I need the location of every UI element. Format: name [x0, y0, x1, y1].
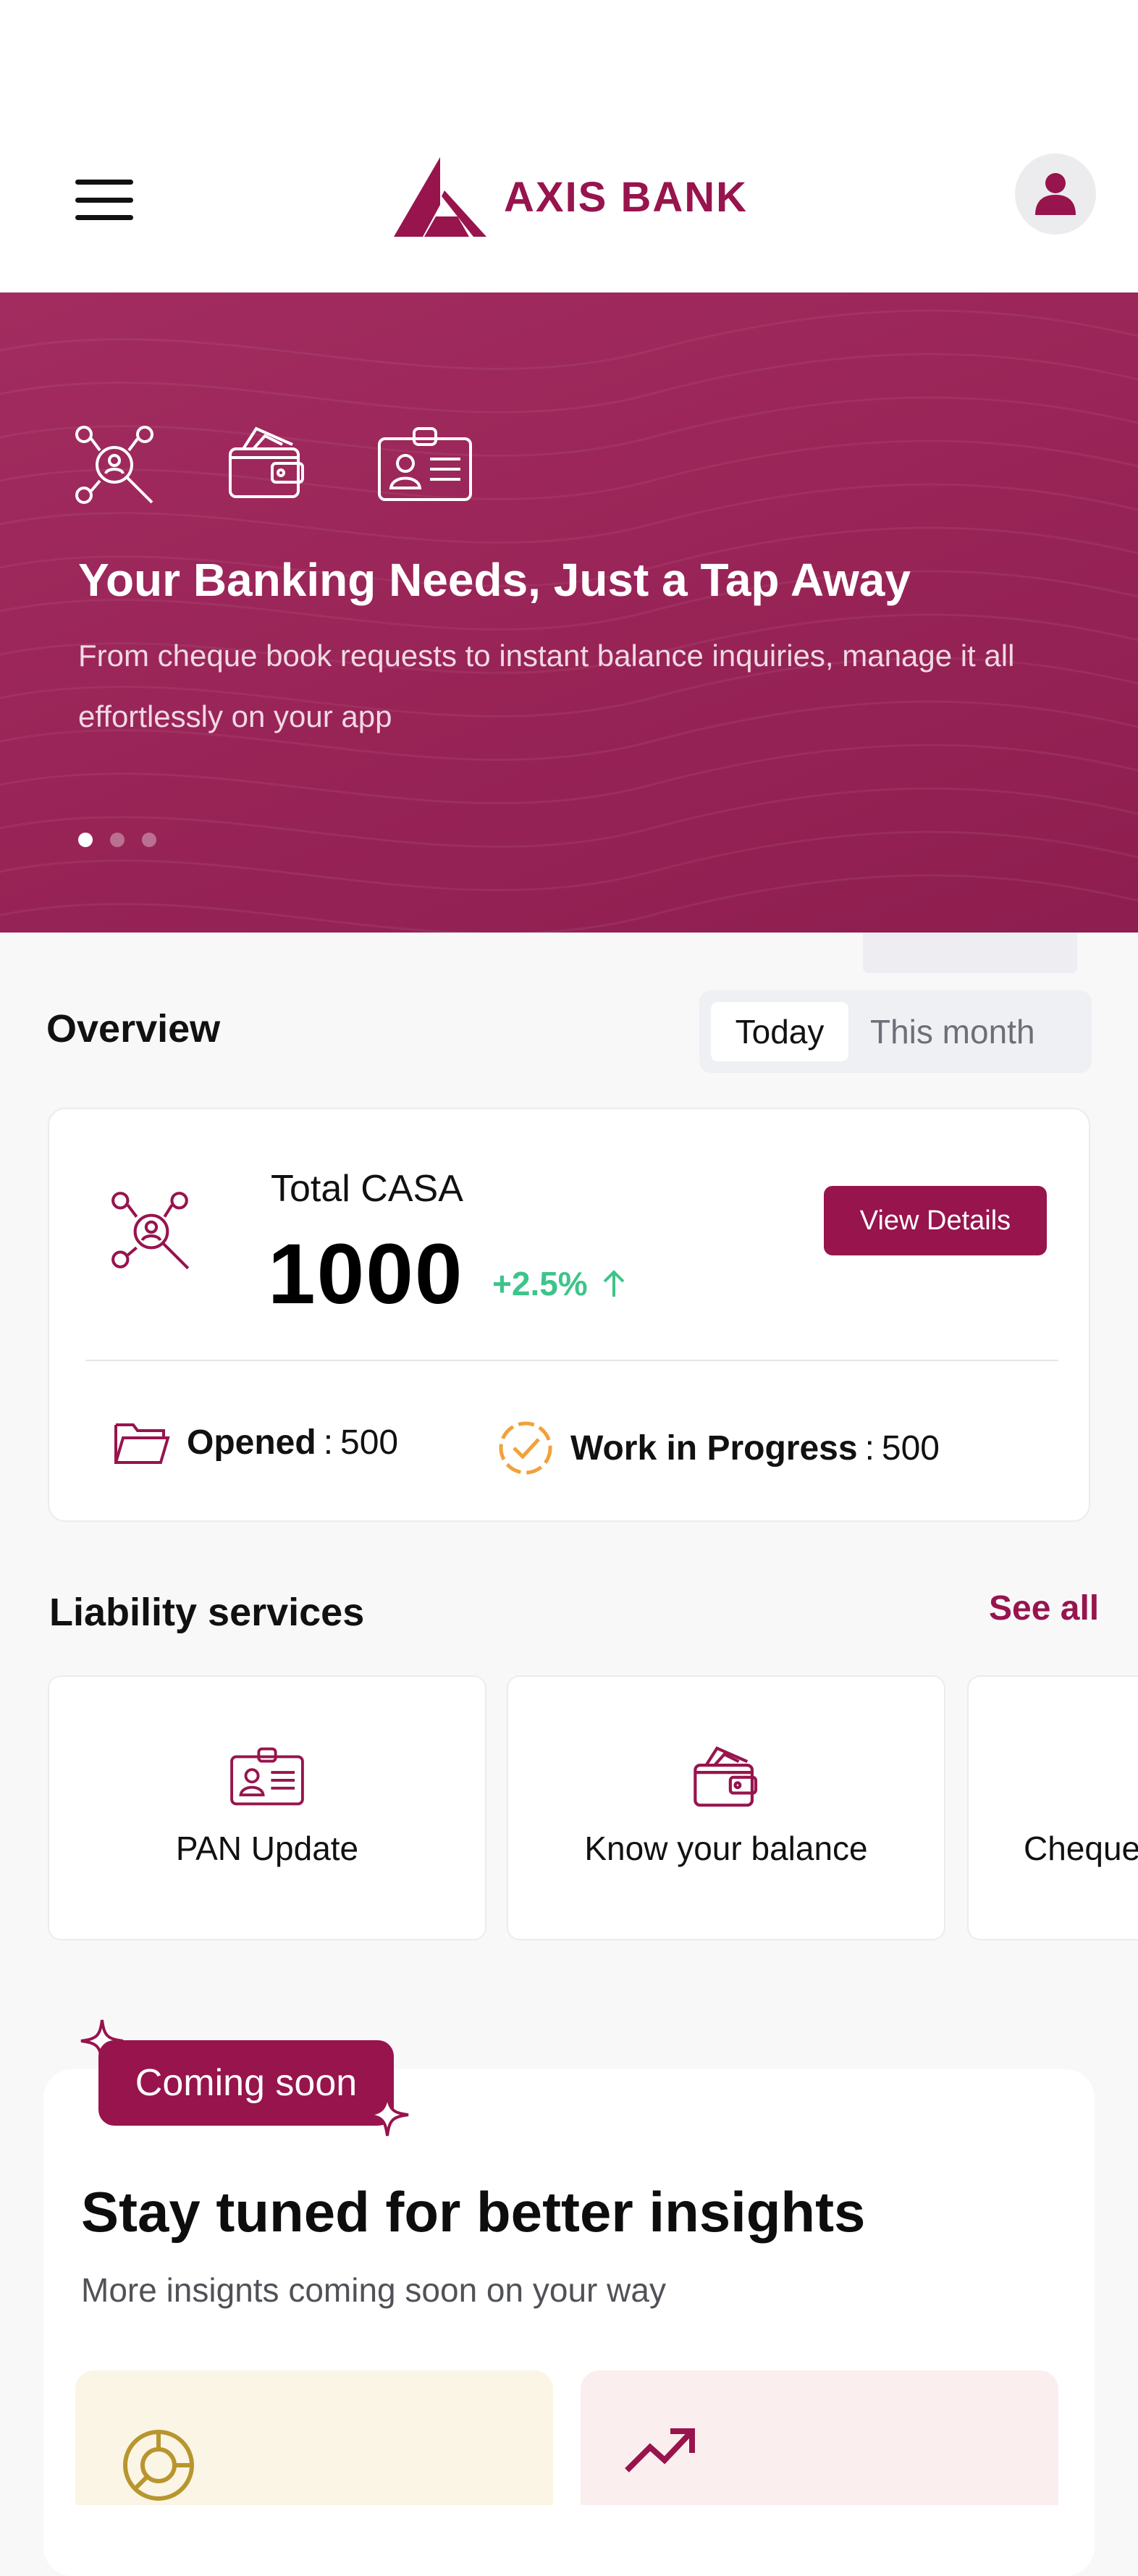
- profile-avatar[interactable]: [1015, 153, 1096, 235]
- overview-title: Overview: [46, 1007, 221, 1051]
- brand-logo: AXIS BANK: [391, 153, 748, 240]
- carousel-dot[interactable]: [142, 833, 156, 847]
- arrow-up-icon: [603, 1270, 624, 1297]
- hamburger-icon[interactable]: [75, 180, 133, 220]
- id-card-icon: [230, 1747, 304, 1806]
- separator: :: [864, 1428, 874, 1468]
- casa-summary-card: Total CASA 1000 +2.5% View Details Opene…: [48, 1108, 1090, 1522]
- opened-stat: Opened : 500: [113, 1419, 398, 1465]
- hero-icons: [72, 423, 473, 508]
- wallet-icon: [694, 1746, 758, 1807]
- pie-chart-icon: [123, 2430, 194, 2501]
- service-label: Cheque: [1024, 1830, 1138, 1867]
- separator: :: [323, 1423, 334, 1462]
- casa-delta-value: +2.5%: [492, 1265, 588, 1302]
- axis-logo-icon: [394, 157, 486, 237]
- casa-label: Total CASA: [271, 1168, 463, 1210]
- coming-soon-badge: Coming soon: [98, 2040, 394, 2126]
- tab-this-month[interactable]: This month: [848, 1002, 1057, 1061]
- hero-title: Your Banking Needs, Just a Tap Away: [78, 554, 911, 606]
- folder-icon: [114, 1423, 170, 1464]
- carousel-dots[interactable]: [78, 833, 156, 847]
- wallet-icon: [229, 426, 304, 498]
- service-card-pan-update[interactable]: PAN Update: [48, 1675, 486, 1940]
- wip-label: Work in Progress: [570, 1428, 858, 1468]
- brand-name: AXIS BANK: [504, 173, 749, 221]
- service-label: PAN Update: [175, 1830, 359, 1867]
- insight-card-pie[interactable]: [75, 2370, 553, 2505]
- casa-value: 1000: [268, 1226, 464, 1322]
- service-card-know-balance[interactable]: Know your balance: [507, 1675, 945, 1940]
- view-details-button[interactable]: View Details: [824, 1186, 1047, 1255]
- carousel-dot[interactable]: [78, 833, 93, 847]
- trend-up-icon: [625, 2428, 695, 2472]
- wip-stat: Work in Progress : 500: [497, 1419, 940, 1477]
- people-search-icon: [75, 426, 153, 504]
- people-search-icon: [111, 1192, 190, 1270]
- user-icon: [1035, 173, 1076, 215]
- casa-delta: +2.5%: [492, 1264, 626, 1303]
- hero-subtitle: From cheque book requests to instant bal…: [78, 639, 1015, 733]
- see-all-link[interactable]: See all: [989, 1588, 1099, 1628]
- carousel-dot[interactable]: [110, 833, 125, 847]
- wave-pattern: [0, 309, 1138, 933]
- tab-today[interactable]: Today: [711, 1002, 848, 1061]
- opened-label: Opened: [187, 1423, 316, 1462]
- hero-banner[interactable]: Your Banking Needs, Just a Tap Away From…: [0, 292, 1138, 933]
- id-card-icon: [378, 427, 472, 501]
- wip-value: 500: [881, 1428, 940, 1468]
- service-label: Know your balance: [584, 1830, 868, 1867]
- insights-subtitle: More insignts coming soon on your way: [81, 2271, 666, 2309]
- app-header: AXIS BANK: [0, 0, 1138, 292]
- insight-card-trend[interactable]: [581, 2370, 1058, 2505]
- background-tab: [863, 933, 1077, 973]
- service-card-cheque[interactable]: Cheque: [967, 1675, 1138, 1940]
- period-toggle[interactable]: Today This month: [699, 990, 1092, 1073]
- divider: [85, 1360, 1058, 1361]
- progress-check-icon: [499, 1421, 552, 1475]
- sparkle-icon: [366, 2093, 409, 2137]
- opened-value: 500: [340, 1423, 399, 1462]
- insights-title: Stay tuned for better insights: [81, 2180, 866, 2244]
- liability-title: Liability services: [49, 1591, 365, 1634]
